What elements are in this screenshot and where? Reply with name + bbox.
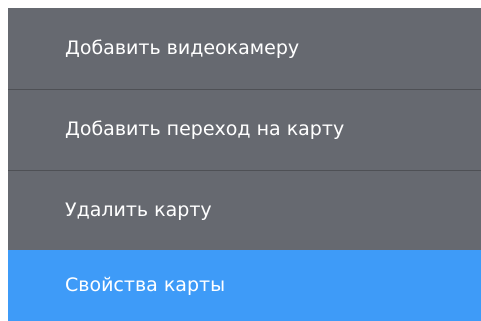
menu-item-add-map-link[interactable]: Добавить переход на карту (8, 89, 481, 170)
menu-item-add-camera[interactable]: Добавить видеокамеру (8, 8, 481, 89)
menu-item-label: Добавить видеокамеру (65, 37, 300, 59)
menu-item-label: Добавить переход на карту (65, 118, 345, 140)
menu-item-map-properties[interactable]: Свойства карты (8, 250, 481, 321)
menu-item-label: Свойства карты (65, 274, 226, 296)
menu-item-delete-map[interactable]: Удалить карту (8, 170, 481, 251)
menu-item-label: Удалить карту (65, 199, 212, 221)
context-menu: Добавить видеокамеру Добавить переход на… (8, 8, 481, 321)
